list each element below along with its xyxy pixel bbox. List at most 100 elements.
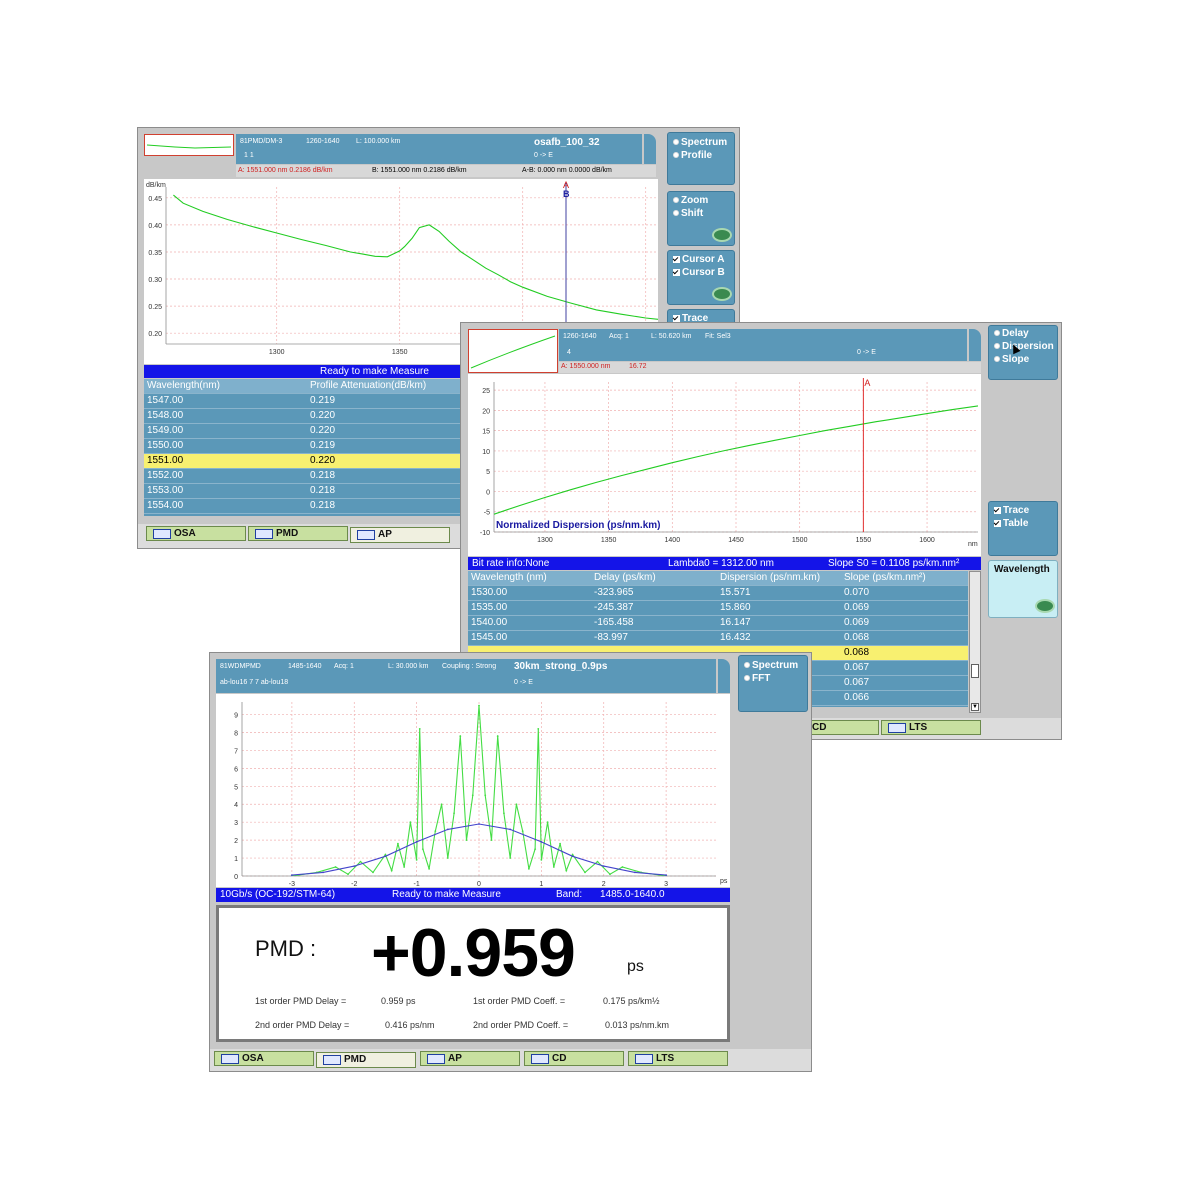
pmd-option-spectrum[interactable]: Spectrum	[744, 660, 798, 671]
ap-option-profile[interactable]: Profile	[673, 150, 712, 161]
y-tick-label: 2	[234, 838, 238, 845]
ap-table[interactable]: Wavelength(nm) Profile Attenuation(dB/km)…	[144, 379, 460, 516]
ap-icon	[427, 1054, 445, 1064]
data-point	[515, 803, 518, 806]
checkbox-icon	[673, 268, 680, 276]
pmd-window: 81WDMPMD 1485-1640 Acq: 1 L: 30.000 km C…	[209, 652, 812, 1072]
pmd-result-unit: ps	[627, 958, 644, 975]
table-row[interactable]: 1550.00 0.219	[144, 439, 460, 454]
scroll-down-icon[interactable]: ▼	[971, 703, 979, 711]
cd-acq: Acq: 1	[609, 333, 629, 340]
data-point	[665, 874, 668, 876]
pmd-header: 81WDMPMD 1485-1640 Acq: 1 L: 30.000 km C…	[216, 659, 716, 693]
ap-option-shift[interactable]: Shift	[673, 208, 703, 219]
y-tick-label: 0.20	[148, 331, 162, 338]
cd-display-button[interactable]: Trace Table	[988, 501, 1058, 556]
pmd-view-mode-button[interactable]: Spectrum FFT	[738, 655, 808, 712]
pmd-header-scroll[interactable]	[718, 659, 730, 693]
tab-ap[interactable]: AP	[420, 1051, 520, 1066]
column-header[interactable]: Delay (ps/km)	[594, 572, 656, 583]
ap-thumbnail[interactable]	[144, 134, 234, 156]
table-cell: 0.219	[310, 440, 336, 451]
ap-cursor-button[interactable]: Cursor A Cursor B	[667, 250, 735, 305]
cd-option-dispersion[interactable]: Dispersion	[994, 341, 1054, 352]
pmd-result-value: +0.959	[371, 915, 576, 991]
ap-zoom-button[interactable]: Zoom Shift	[667, 191, 735, 246]
cd-header-scroll[interactable]	[969, 329, 981, 361]
data-point	[521, 830, 524, 833]
tab-osa[interactable]: OSA	[214, 1051, 314, 1066]
table-row[interactable]: 1549.00 0.220	[144, 424, 460, 439]
knob-icon[interactable]	[712, 287, 732, 301]
column-header[interactable]: Wavelength(nm)	[147, 380, 220, 391]
table-row[interactable]: 1530.00 -323.965 15.571 0.070	[468, 586, 968, 601]
table-row[interactable]: 1552.00 0.218	[144, 469, 460, 484]
ap-header-scroll[interactable]	[644, 134, 656, 164]
y-tick-label: 8	[234, 730, 238, 737]
pmd-option-fft-label: FFT	[752, 673, 771, 684]
table-row[interactable]: 1548.00 0.220	[144, 409, 460, 424]
tab-lts[interactable]: LTS	[881, 720, 981, 735]
data-point	[509, 857, 512, 859]
knob-icon[interactable]	[712, 228, 732, 242]
ap-cursor-a-info: A: 1551.000 nm 0.2186 dB/km	[238, 167, 333, 174]
data-point	[384, 853, 387, 856]
cd-option-delay[interactable]: Delay	[994, 328, 1029, 339]
column-header[interactable]: Profile Attenuation(dB/km)	[310, 380, 426, 391]
cd-wavelength-button[interactable]: Wavelength	[988, 560, 1058, 618]
table-row[interactable]: 1551.00 0.220	[144, 454, 460, 469]
cd-option-delay-label: Delay	[1002, 328, 1029, 339]
cd-thumbnail[interactable]	[468, 329, 558, 373]
table-cell: 0.069	[844, 602, 870, 613]
table-row[interactable]: 1547.00 0.219	[144, 394, 460, 409]
data-point	[465, 839, 468, 842]
column-header[interactable]: Wavelength (nm)	[471, 572, 547, 583]
pmd-plot-area[interactable]: 0 1 2 3 4 5 6 7 8 9 -3 -2 -1 0 1 2 3 ps	[216, 694, 730, 888]
cd-count: 4	[567, 349, 571, 356]
cd-option-trace[interactable]: Trace	[994, 505, 1029, 516]
table-cell: 1535.00	[471, 602, 508, 613]
ap-option-cursor-a[interactable]: Cursor A	[673, 254, 724, 265]
cd-option-slope[interactable]: Slope	[994, 354, 1029, 365]
table-row[interactable]: 1540.00 -165.458 16.147 0.069	[468, 616, 968, 631]
pmd-file-name: 30km_strong_0.9ps	[514, 661, 608, 672]
y-tick-label: 9	[234, 713, 238, 720]
column-header[interactable]: Slope (ps/km.nm²)	[844, 572, 926, 583]
ap-option-cursor-b[interactable]: Cursor B	[673, 267, 725, 278]
tab-pmd[interactable]: PMD	[316, 1052, 416, 1068]
data-point	[359, 860, 362, 863]
pmd-rate: 10Gb/s (OC-192/STM-64)	[220, 889, 336, 900]
ap-view-mode-button[interactable]: Spectrum Profile	[667, 132, 735, 185]
column-header[interactable]: Dispersion (ps/nm.km)	[720, 572, 820, 583]
table-row[interactable]: 1545.00 -83.997 16.432 0.068	[468, 631, 968, 646]
ap-option-spectrum[interactable]: Spectrum	[673, 137, 727, 148]
pmd-second-order-coeff-label: 2nd order PMD Coeff. =	[473, 1020, 569, 1030]
tab-pmd-label: PMD	[344, 1054, 367, 1065]
x-tick-label: -2	[351, 881, 357, 887]
tab-lts[interactable]: LTS	[628, 1051, 728, 1066]
tab-osa[interactable]: OSA	[146, 526, 246, 541]
radio-icon	[673, 197, 679, 204]
tab-cd[interactable]: CD	[803, 720, 879, 735]
data-point	[584, 871, 586, 874]
tab-pmd[interactable]: PMD	[248, 526, 348, 541]
ap-file-name: osafb_100_32	[534, 137, 600, 148]
knob-icon[interactable]	[1035, 599, 1055, 613]
tab-cd[interactable]: CD	[524, 1051, 624, 1066]
data-point	[602, 865, 605, 868]
cd-plot-area[interactable]: -10 -5 0 5 10 15 20 25 1300 1350 1400 1450 1500 1550 1…	[468, 374, 981, 556]
table-row[interactable]: 1554.00 0.218	[144, 499, 460, 514]
cd-table-scrollbar[interactable]: ▼	[969, 571, 981, 713]
data-point	[459, 735, 462, 737]
pmd-option-fft[interactable]: FFT	[744, 673, 770, 684]
cd-curve-mode-button[interactable]: Delay Dispersion Slope	[988, 325, 1058, 380]
cd-option-table[interactable]: Table	[994, 518, 1028, 529]
table-row[interactable]: 1535.00 -245.387 15.860 0.069	[468, 601, 968, 616]
data-point	[418, 728, 421, 730]
cd-scroll-thumb[interactable]	[971, 664, 979, 678]
data-point	[384, 855, 387, 858]
table-row[interactable]: 1553.00 0.218	[144, 484, 460, 499]
data-point	[440, 803, 443, 806]
ap-option-zoom[interactable]: Zoom	[673, 195, 708, 206]
tab-ap[interactable]: AP	[350, 527, 450, 543]
